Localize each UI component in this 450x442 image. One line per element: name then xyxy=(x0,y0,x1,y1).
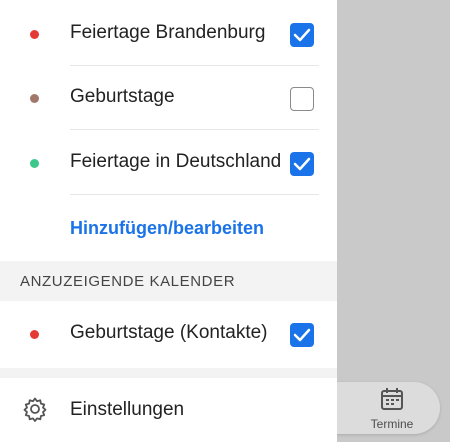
add-edit-calendars-link[interactable]: Hinzufügen/bearbeiten xyxy=(70,218,264,239)
calendar-checkbox[interactable] xyxy=(290,23,314,47)
nav-label-termine: Termine xyxy=(370,417,414,431)
calendar-icon xyxy=(381,388,403,410)
calendar-row-feiertage-deutschland[interactable]: Feiertage in Deutschland xyxy=(0,131,337,195)
calendar-color-dot xyxy=(30,330,39,339)
calendar-row-feiertage-brandenburg[interactable]: Feiertage Brandenburg xyxy=(0,2,337,66)
calendar-color-dot xyxy=(30,30,39,39)
section-separator xyxy=(0,368,337,378)
gear-icon xyxy=(23,397,47,422)
checkmark-icon xyxy=(293,28,311,42)
calendar-label: Geburtstage (Kontakte) xyxy=(70,322,268,343)
calendar-color-dot xyxy=(30,159,39,168)
checkmark-icon xyxy=(293,328,311,342)
calendar-label: Feiertage Brandenburg xyxy=(70,22,266,43)
divider xyxy=(70,194,319,195)
settings-item[interactable]: Einstellungen xyxy=(0,378,337,442)
calendar-checkbox[interactable] xyxy=(290,152,314,176)
calendar-checkbox[interactable] xyxy=(290,323,314,347)
navigation-drawer: Feiertage Brandenburg Geburtstage Feiert… xyxy=(0,0,337,442)
checkmark-icon xyxy=(293,157,311,171)
bottom-navigation: Termine xyxy=(336,382,440,434)
settings-label: Einstellungen xyxy=(70,399,185,420)
divider xyxy=(70,129,319,130)
calendar-label: Feiertage in Deutschland xyxy=(70,151,282,172)
calendar-label: Geburtstage xyxy=(70,86,175,107)
calendar-color-dot xyxy=(30,94,39,103)
nav-item-termine[interactable]: Termine xyxy=(364,386,420,432)
calendar-row-geburtstage[interactable]: Geburtstage xyxy=(0,66,337,130)
section-header: ANZUZEIGENDE KALENDER xyxy=(0,261,337,301)
calendar-row-geburtstage-kontakte[interactable]: Geburtstage (Kontakte) xyxy=(0,302,337,366)
calendar-checkbox[interactable] xyxy=(290,87,314,111)
